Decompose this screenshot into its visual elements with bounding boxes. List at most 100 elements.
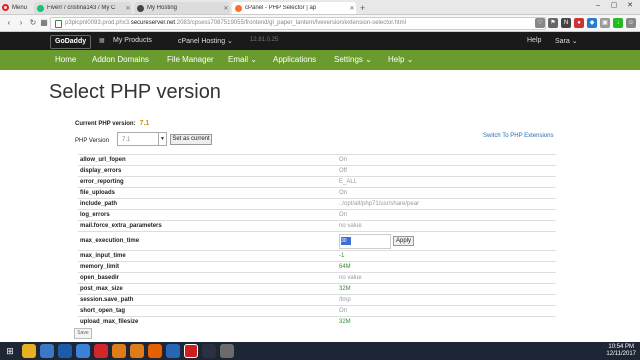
save-button[interactable]: Save xyxy=(74,328,92,339)
speed-dial-icon[interactable]: ▦ xyxy=(39,18,49,27)
close-window-button[interactable]: ✕ xyxy=(622,0,638,12)
table-row: max_execution_time 30 Apply xyxy=(78,231,556,251)
nav-file-manager[interactable]: File Manager xyxy=(167,55,214,64)
max-execution-time-input[interactable]: 30 xyxy=(339,233,391,249)
nav-email[interactable]: Email ⌄ xyxy=(228,55,257,64)
page-title: Select PHP version xyxy=(49,81,221,103)
godaddy-logo[interactable]: GoDaddy xyxy=(50,35,92,49)
nav-addon-domains[interactable]: Addon Domains xyxy=(92,55,149,64)
php-version-label: PHP Version xyxy=(75,138,109,144)
firefox-icon[interactable] xyxy=(148,344,162,358)
option-value[interactable]: 32M xyxy=(337,283,556,295)
option-name: display_errors xyxy=(78,165,337,177)
chevron-down-icon: ▼ xyxy=(158,133,166,145)
extension-icon[interactable]: ⚑ xyxy=(548,18,558,28)
option-value[interactable]: no value xyxy=(337,272,556,284)
set-as-current-button[interactable]: Set as current xyxy=(170,134,212,145)
app-icon-2[interactable] xyxy=(220,344,234,358)
option-value[interactable]: .:/opt/alt/php71/usr/share/pear xyxy=(337,198,556,210)
url-host: secureserver.net xyxy=(130,20,176,26)
main-nav: Home Addon Domains File Manager Email ⌄ … xyxy=(0,50,640,70)
url-input[interactable]: p3plcpnl0093.prod.phx3.secureserver.net:… xyxy=(50,17,546,30)
maximize-window-button[interactable]: ▢ xyxy=(606,0,622,12)
browser-menu-label: Menu xyxy=(12,4,28,11)
user-name: Sara xyxy=(555,38,570,45)
acrobat-icon[interactable] xyxy=(94,344,108,358)
url-prefix: p3plcpnl0093.prod.phx3. xyxy=(65,20,131,26)
nav-help-label: Help xyxy=(388,55,405,64)
word-icon[interactable] xyxy=(58,344,72,358)
app-icon[interactable] xyxy=(202,344,216,358)
tab-cpanel-php-selector[interactable]: cPanel - PHP Selector | ap ✕ xyxy=(232,2,356,14)
apply-button[interactable]: Apply xyxy=(393,236,415,246)
chevron-down-icon: ⌄ xyxy=(227,38,233,45)
tab-label: Fiverr / cristina143 / My C xyxy=(47,5,116,11)
edge-icon[interactable] xyxy=(76,344,90,358)
option-name: session.save_path xyxy=(78,294,337,306)
extension-blue-icon[interactable]: ◆ xyxy=(587,18,597,28)
bookmark-icon[interactable]: ♡ xyxy=(535,18,545,28)
nav-home[interactable]: Home xyxy=(55,55,76,64)
store-icon[interactable] xyxy=(40,344,54,358)
user-menu[interactable]: Sara ⌄ xyxy=(555,37,578,45)
godaddy-favicon-icon xyxy=(137,4,144,12)
forward-icon[interactable]: › xyxy=(16,18,26,27)
nav-help[interactable]: Help ⌄ xyxy=(388,55,413,64)
new-tab-button[interactable]: + xyxy=(358,2,370,14)
cpanel-hosting-menu[interactable]: cPanel Hosting ⌄ xyxy=(178,37,233,45)
option-value[interactable]: E_ALL xyxy=(337,176,556,188)
option-value[interactable]: no value xyxy=(337,220,556,232)
chrome-icon[interactable] xyxy=(166,344,180,358)
option-value[interactable]: On xyxy=(337,209,556,221)
nav-email-label: Email xyxy=(228,55,249,64)
back-icon[interactable]: ‹ xyxy=(4,18,14,27)
extension-grey-icon[interactable]: ▣ xyxy=(600,18,610,28)
option-value[interactable]: 30 Apply xyxy=(337,231,556,251)
option-value[interactable]: On xyxy=(337,187,556,199)
extension-red-icon[interactable]: ● xyxy=(574,18,584,28)
close-tab-icon[interactable]: ✕ xyxy=(348,5,356,12)
cpanel-hosting-label: cPanel Hosting xyxy=(178,38,226,45)
tab-label: cPanel - PHP Selector | ap xyxy=(245,5,317,11)
php-version-select[interactable]: 7.1 ▼ xyxy=(117,132,167,146)
download-icon[interactable]: ↓ xyxy=(613,18,623,28)
option-value[interactable]: On xyxy=(337,154,556,166)
extension-n-icon[interactable]: N xyxy=(561,18,571,28)
current-version-label: Current PHP version: xyxy=(75,121,136,127)
switch-to-php-extensions-link[interactable]: Switch To PHP Extensions xyxy=(483,133,553,139)
tab-my-hosting[interactable]: My Hosting ✕ xyxy=(134,2,230,14)
table-row: post_max_size 32M xyxy=(78,283,556,295)
table-row: allow_url_fopen On xyxy=(78,154,556,166)
option-value[interactable]: 32M xyxy=(337,316,556,327)
file-explorer-icon[interactable] xyxy=(22,344,36,358)
table-row: log_errors On xyxy=(78,209,556,221)
nav-settings[interactable]: Settings ⌄ xyxy=(334,55,372,64)
table-row: open_basedir no value xyxy=(78,272,556,284)
system-clock[interactable]: 10:54 PM 12/11/2017 xyxy=(606,344,636,358)
option-value[interactable]: Off xyxy=(337,165,556,177)
vlc-icon[interactable] xyxy=(112,344,126,358)
minimize-window-button[interactable]: – xyxy=(590,0,606,12)
browser-menu-button[interactable]: Menu xyxy=(2,2,27,13)
nav-settings-label: Settings xyxy=(334,55,363,64)
windows-start-icon[interactable]: ⊞ xyxy=(3,344,17,358)
reload-icon[interactable]: ↻ xyxy=(28,18,38,27)
account-icon[interactable]: ☺ xyxy=(626,18,636,28)
opera-logo-icon xyxy=(2,4,9,11)
option-value[interactable]: /tmp xyxy=(337,294,556,306)
option-value[interactable]: 64M xyxy=(337,261,556,273)
vlc-icon-2[interactable] xyxy=(130,344,144,358)
option-value[interactable]: On xyxy=(337,305,556,317)
close-tab-icon[interactable]: ✕ xyxy=(124,5,132,12)
help-link[interactable]: Help xyxy=(527,37,541,44)
my-products-link[interactable]: My Products xyxy=(113,37,152,44)
close-tab-icon[interactable]: ✕ xyxy=(222,5,230,12)
opera-taskbar-icon[interactable] xyxy=(184,344,198,358)
url-path: :2083/cpsess7087519055/frontend/gl_paper… xyxy=(175,20,406,26)
nav-applications[interactable]: Applications xyxy=(273,55,316,64)
table-row: short_open_tag On xyxy=(78,305,556,317)
tab-fiverr[interactable]: Fiverr / cristina143 / My C ✕ xyxy=(34,2,132,14)
chevron-down-icon: ⌄ xyxy=(406,55,414,64)
table-row: session.save_path/tmp xyxy=(78,294,556,306)
option-value[interactable]: -1 xyxy=(337,250,556,262)
